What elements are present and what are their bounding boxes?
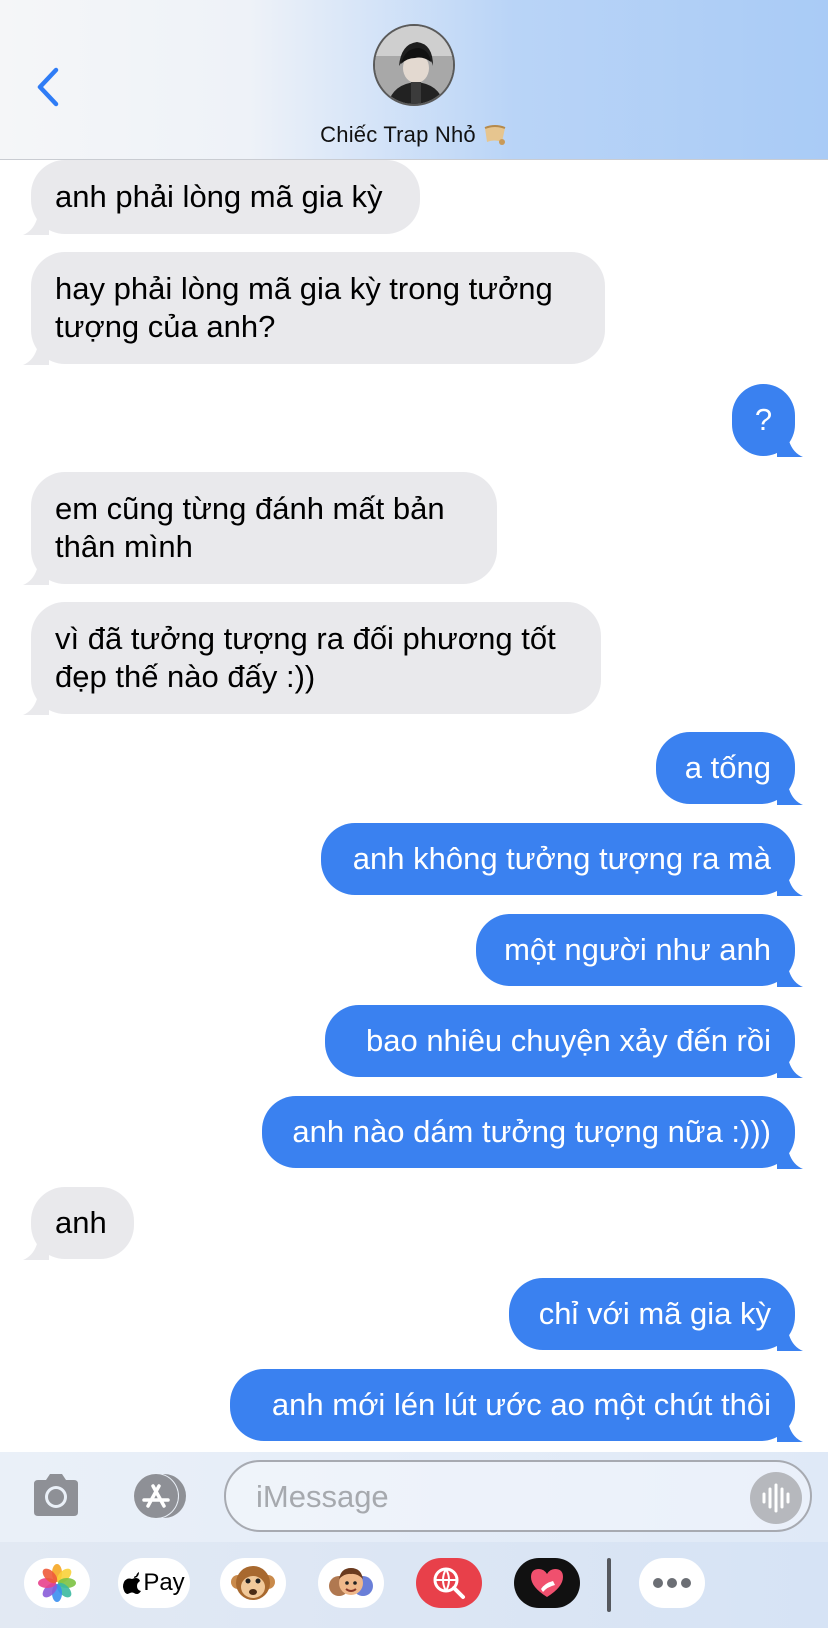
message-text-line: hay phải lòng mã gia kỳ trong tưởng: [55, 271, 553, 306]
message-bubble-sent[interactable]: chỉ với mã gia kỳ: [509, 1278, 803, 1351]
imessage-input-container[interactable]: [224, 1460, 812, 1532]
bubble-tail: [777, 789, 803, 805]
message-text: anh mới lén lút ước ao một chút thôi: [271, 1387, 771, 1422]
message-text: anh: [55, 1205, 107, 1240]
message-bubble-received[interactable]: hay phải lòng mã gia kỳ trong tưởng tượn…: [23, 252, 605, 365]
message-bubble-sent[interactable]: một người như anh: [476, 914, 803, 987]
contact-avatar[interactable]: [373, 24, 455, 106]
bubble-tail: [777, 441, 803, 457]
contact-name-row[interactable]: Chiếc Trap Nhỏ: [0, 122, 828, 148]
message-bubble-received[interactable]: em cũng từng đánh mất bản thân mình: [23, 472, 497, 585]
bubble-tail: [777, 880, 803, 896]
apple-pay-button[interactable]: Pay: [118, 1558, 190, 1608]
apple-pay-label: Pay: [143, 1569, 185, 1596]
imessage-input[interactable]: [256, 1476, 716, 1518]
avatar-photo: [375, 26, 453, 104]
contact-name: Chiếc Trap Nhỏ: [320, 122, 476, 147]
message-text: ?: [754, 402, 773, 437]
message-text: anh không tưởng tượng ra mà: [352, 841, 771, 876]
app-store-button[interactable]: [126, 1472, 190, 1520]
message-bubble-sent[interactable]: bao nhiêu chuyện xảy đến rồi: [325, 1005, 803, 1078]
memoji-stickers-button[interactable]: [318, 1558, 384, 1608]
message-text: anh nào dám tưởng tượng nữa :))): [292, 1114, 771, 1149]
message-text: anh phải lòng mã gia kỳ: [55, 179, 383, 214]
chevron-left-icon: [37, 67, 59, 107]
audio-waveform-icon: [762, 1483, 790, 1513]
bubble-tail: [777, 971, 803, 987]
bubble-tail: [777, 1062, 803, 1078]
message-bubble-sent[interactable]: ?: [732, 384, 803, 457]
bubble-tail: [777, 1426, 803, 1442]
message-text-line: thân mình: [55, 529, 193, 564]
digital-touch-heart-icon: [531, 1569, 563, 1597]
message-text: một người như anh: [504, 932, 771, 967]
web-search-button[interactable]: [416, 1558, 482, 1608]
message-text-line: tượng của anh?: [55, 309, 276, 344]
bubble-tail: [23, 569, 49, 585]
bubble-tail: [23, 1244, 49, 1260]
message-text: bao nhiêu chuyện xảy đến rồi: [365, 1023, 771, 1058]
message-bubble-received[interactable]: anh: [23, 1187, 134, 1260]
message-text-line: vì đã tưởng tượng ra đối phương tốt: [55, 621, 556, 656]
bubble-tail: [23, 349, 49, 365]
camera-icon: [34, 1474, 78, 1516]
bubble-tail: [23, 699, 49, 715]
message-text-line: đẹp thế nào đấy :)): [55, 659, 316, 694]
scroll-emoji-icon: [482, 122, 508, 146]
message-bubble-sent[interactable]: anh nào dám tưởng tượng nữa :))): [262, 1096, 803, 1169]
photos-app-button[interactable]: [24, 1558, 90, 1608]
digital-touch-button[interactable]: [514, 1558, 580, 1608]
app-drawer: Pay: [0, 1542, 828, 1628]
web-search-icon: [433, 1567, 465, 1599]
back-button[interactable]: [30, 62, 66, 112]
message-input-bar: [0, 1452, 828, 1542]
message-bubble-received[interactable]: vì đã tưởng tượng ra đối phương tốt đẹp …: [23, 602, 601, 715]
message-bubble-sent[interactable]: a tống: [656, 732, 803, 805]
app-store-icon: [133, 1473, 186, 1519]
more-apps-icon: [653, 1578, 691, 1588]
bubble-tail: [23, 219, 49, 235]
drawer-divider: [607, 1558, 611, 1612]
bubble-tail: [777, 1153, 803, 1169]
bubble-tail: [777, 1335, 803, 1351]
message-text: chỉ với mã gia kỳ: [538, 1296, 771, 1331]
photos-app-icon: [38, 1564, 76, 1602]
camera-button[interactable]: [30, 1472, 82, 1518]
message-text: a tống: [684, 750, 771, 785]
message-bubble-received[interactable]: anh phải lòng mã gia kỳ: [23, 160, 420, 235]
monkey-animoji-icon: [231, 1566, 275, 1600]
animoji-button[interactable]: [220, 1558, 286, 1608]
message-bubble-sent[interactable]: anh mới lén lút ước ao một chút thôi: [230, 1369, 803, 1442]
more-apps-button[interactable]: [639, 1558, 705, 1608]
conversation-header: Chiếc Trap Nhỏ: [0, 0, 828, 160]
voice-message-button[interactable]: [750, 1472, 802, 1524]
message-bubble-sent[interactable]: anh không tưởng tượng ra mà: [321, 823, 803, 896]
apple-logo-icon: [123, 1572, 142, 1594]
message-text-line: em cũng từng đánh mất bản: [55, 491, 445, 526]
memoji-stickers-icon: [329, 1568, 373, 1596]
